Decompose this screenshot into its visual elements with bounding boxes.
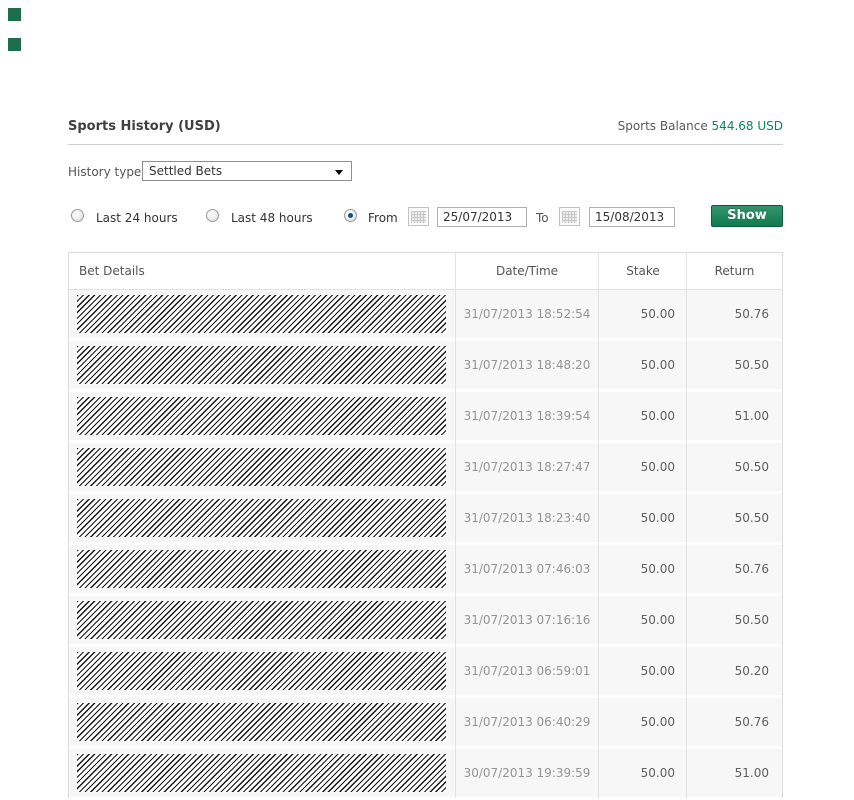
column-divider [686,253,687,798]
column-header-stake: Stake [599,253,687,290]
to-label: To [536,211,549,225]
sports-balance: Sports Balance 544.68 USD [618,119,783,133]
table-row: 31/07/2013 18:23:40 50.00 50.50 [69,494,782,542]
from-date-input[interactable] [437,207,527,227]
row-return: 50.76 [687,545,782,593]
table-row: 30/07/2013 19:39:59 50.00 51.00 [69,749,782,797]
calendar-icon[interactable] [408,207,429,226]
row-datetime: 31/07/2013 18:23:40 [455,494,599,542]
brand-logo-block [8,8,21,21]
calendar-grid [411,211,426,223]
row-return: 51.00 [687,392,782,440]
table-row: 31/07/2013 18:52:54 50.00 50.76 [69,290,782,338]
balance-value: 544.68 USD [712,119,783,133]
row-stake: 50.00 [599,545,687,593]
table-header-row: Bet Details Date/Time Stake Return [69,253,782,290]
redacted-bet-details-block [77,703,446,741]
table-row: 31/07/2013 06:40:29 50.00 50.76 [69,698,782,746]
row-return: 50.50 [687,443,782,491]
redacted-bet-details-block [77,295,446,333]
bet-history-table: Bet Details Date/Time Stake Return 31/07… [68,252,783,798]
row-datetime: 31/07/2013 18:52:54 [455,290,599,338]
row-datetime: 31/07/2013 18:39:54 [455,392,599,440]
column-header-bet-details: Bet Details [79,253,145,290]
row-return: 50.50 [687,494,782,542]
table-row: 31/07/2013 06:59:01 50.00 50.20 [69,647,782,695]
history-type-label: History type [68,165,141,179]
row-stake: 50.00 [599,443,687,491]
page-header: Sports History (USD) Sports Balance 544.… [68,119,783,134]
header-divider [68,144,783,145]
radio-last-48-hours[interactable] [206,209,219,222]
redacted-bet-details-block [77,448,446,486]
table-row: 31/07/2013 07:46:03 50.00 50.76 [69,545,782,593]
calendar-icon[interactable] [559,207,580,226]
balance-label: Sports Balance [618,119,708,133]
row-datetime: 31/07/2013 18:48:20 [455,341,599,389]
history-type-selected-value: Settled Bets [149,164,222,178]
radio-last-24-hours-label[interactable]: Last 24 hours [96,211,178,225]
row-stake: 50.00 [599,494,687,542]
table-row: 31/07/2013 07:16:16 50.00 50.50 [69,596,782,644]
to-date-input[interactable] [589,207,675,227]
row-return: 51.00 [687,749,782,797]
sports-history-page: Sports History (USD) Sports Balance 544.… [0,0,854,800]
row-return: 50.50 [687,341,782,389]
column-divider [598,253,599,798]
table-row: 31/07/2013 18:27:47 50.00 50.50 [69,443,782,491]
date-filter-row: Last 24 hours Last 48 hours From To Show [68,204,783,230]
calendar-grid [562,211,577,223]
row-return: 50.76 [687,698,782,746]
brand-logo-block [8,38,21,51]
redacted-bet-details-block [77,601,446,639]
column-divider [455,253,456,798]
row-stake: 50.00 [599,749,687,797]
row-stake: 50.00 [599,596,687,644]
chevron-down-icon [335,170,343,175]
radio-last-48-hours-label[interactable]: Last 48 hours [231,211,313,225]
row-stake: 50.00 [599,647,687,695]
redacted-bet-details-block [77,550,446,588]
row-datetime: 31/07/2013 06:40:29 [455,698,599,746]
row-stake: 50.00 [599,698,687,746]
redacted-bet-details-block [77,754,446,792]
column-header-return: Return [687,253,782,290]
table-row: 31/07/2013 18:48:20 50.00 50.50 [69,341,782,389]
history-type-select[interactable]: Settled Bets [142,161,352,181]
radio-from-label[interactable]: From [368,211,398,225]
row-datetime: 30/07/2013 19:39:59 [455,749,599,797]
radio-from-date-range[interactable] [344,209,357,222]
page-title: Sports History (USD) [68,119,221,134]
row-stake: 50.00 [599,341,687,389]
row-datetime: 31/07/2013 06:59:01 [455,647,599,695]
redacted-bet-details-block [77,346,446,384]
row-datetime: 31/07/2013 07:16:16 [455,596,599,644]
row-stake: 50.00 [599,290,687,338]
column-header-date-time: Date/Time [455,253,599,290]
redacted-bet-details-block [77,499,446,537]
show-button[interactable]: Show [711,205,783,227]
row-stake: 50.00 [599,392,687,440]
row-return: 50.50 [687,596,782,644]
redacted-bet-details-block [77,652,446,690]
row-return: 50.76 [687,290,782,338]
radio-last-24-hours[interactable] [71,209,84,222]
row-datetime: 31/07/2013 18:27:47 [455,443,599,491]
table-body: 31/07/2013 18:52:54 50.00 50.76 31/07/20… [69,290,782,797]
redacted-bet-details-block [77,397,446,435]
row-datetime: 31/07/2013 07:46:03 [455,545,599,593]
history-type-row: History type Settled Bets [68,161,783,183]
row-return: 50.20 [687,647,782,695]
table-row: 31/07/2013 18:39:54 50.00 51.00 [69,392,782,440]
